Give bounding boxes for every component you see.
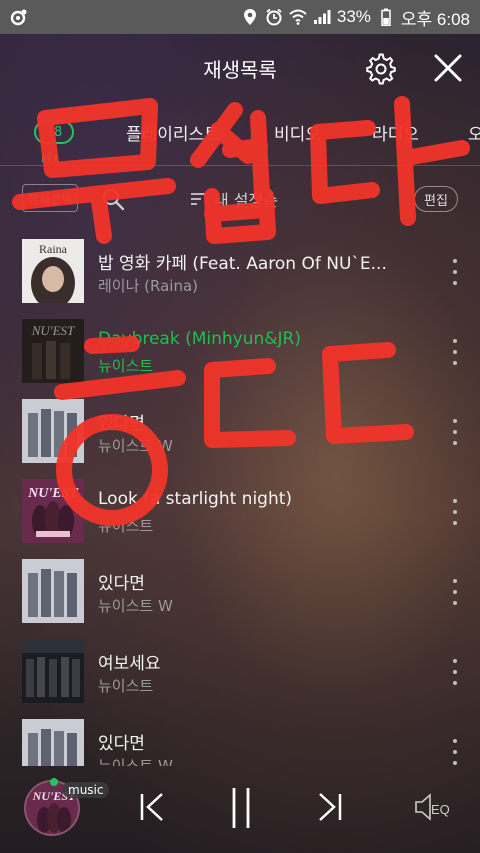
album-art: NU'EST <box>22 479 84 543</box>
tab-now-playing[interactable]: 18 <box>34 120 74 144</box>
signal-icon <box>313 8 331 26</box>
song-title: 있다면 <box>98 414 145 434</box>
close-icon <box>434 54 462 82</box>
more-options-button[interactable] <box>448 419 462 445</box>
song-artist: 뉴이스트 W <box>98 597 173 615</box>
more-options-button[interactable] <box>448 659 462 685</box>
search-button[interactable] <box>100 186 126 212</box>
settings-button[interactable] <box>364 52 398 86</box>
more-options-button[interactable] <box>448 579 462 605</box>
song-row[interactable]: 여보세요 뉴이스트 <box>0 631 480 711</box>
edit-label: 편집 <box>424 193 448 209</box>
sort-icon <box>191 193 205 205</box>
song-list: Raina 밥 영화 카페 (Feat. Aaron Of NU`E... 레이… <box>0 231 480 766</box>
previous-icon <box>140 793 163 821</box>
battery-percent: 33% <box>336 7 371 26</box>
list-toolbar: 전체선택 내 설정순 편집 <box>0 180 480 220</box>
clock: 오후 6:08 <box>400 9 470 29</box>
song-artist: 뉴이스트 <box>98 677 154 695</box>
edit-button[interactable]: 편집 <box>414 186 458 212</box>
song-row[interactable]: 있다면 뉴이스트 W <box>0 551 480 631</box>
song-row[interactable]: 있다면 뉴이스트 W <box>0 711 480 766</box>
album-art: NU'EST <box>22 319 84 383</box>
song-artist: 뉴이스트 <box>98 357 154 375</box>
song-artist: 뉴이스트 W <box>98 757 173 766</box>
song-row[interactable]: 있다면 뉴이스트 W <box>0 391 480 471</box>
tab-video[interactable]: 비디오 <box>274 120 321 145</box>
song-title: 밥 영화 카페 (Feat. Aaron Of NU`E... <box>98 254 387 274</box>
tab-radio[interactable]: 라디오 <box>372 120 419 145</box>
location-icon <box>241 8 259 26</box>
playing-eq-icon <box>42 152 57 162</box>
more-options-button[interactable] <box>448 499 462 525</box>
select-all-label: 전체선택 <box>27 191 73 206</box>
select-all-button[interactable]: 전체선택 <box>22 184 78 212</box>
search-icon <box>103 189 125 211</box>
wifi-icon <box>289 8 307 26</box>
album-art <box>22 399 84 463</box>
close-button[interactable] <box>432 52 464 84</box>
song-title: 여보세요 <box>98 654 161 674</box>
sort-button[interactable]: 내 설정순 <box>190 187 278 211</box>
status-dot <box>50 778 58 786</box>
next-button[interactable] <box>314 790 344 824</box>
more-options-button[interactable] <box>448 259 462 285</box>
tab-count-badge: 18 <box>45 124 63 140</box>
song-title: 있다면 <box>98 734 145 754</box>
pause-button[interactable] <box>226 786 256 830</box>
album-art-text: NU'EST <box>27 486 79 501</box>
song-artist: 뉴이스트 <box>98 517 154 535</box>
sort-label: 내 설정순 <box>214 191 278 210</box>
status-bar: 33% 오후 6:08 <box>0 0 480 34</box>
equalizer-button[interactable]: EQ <box>414 790 458 824</box>
music-badge: music <box>62 782 110 798</box>
tab-bar: 18 플레이리스트 비디오 라디오 오 <box>0 108 480 166</box>
page-title: 재생목록 <box>203 58 277 82</box>
alarm-icon <box>265 8 283 26</box>
mini-player: NU'EST music EQ <box>0 766 480 853</box>
eq-label: EQ <box>431 802 450 817</box>
song-artist: 레이나 (Raina) <box>98 277 199 295</box>
song-title: Look (a starlight night) <box>98 489 293 509</box>
pause-icon <box>232 788 250 828</box>
more-options-button[interactable] <box>448 339 462 365</box>
app-notification-icon <box>10 8 28 26</box>
album-art <box>22 559 84 623</box>
album-art: Raina <box>22 239 84 303</box>
album-art <box>22 639 84 703</box>
battery-icon <box>377 8 395 26</box>
album-art-text: Raina <box>39 242 68 256</box>
previous-button[interactable] <box>138 790 168 824</box>
gear-icon <box>366 53 396 85</box>
song-title: 있다면 <box>98 574 145 594</box>
tab-more[interactable]: 오 <box>468 120 480 145</box>
album-art <box>22 719 84 766</box>
header: 재생목록 <box>0 34 480 100</box>
tab-playlist[interactable]: 플레이리스트 <box>126 120 220 145</box>
more-options-button[interactable] <box>448 739 462 765</box>
song-row[interactable]: NU'EST Daybreak (Minhyun&JR) 뉴이스트 <box>0 311 480 391</box>
song-row[interactable]: Raina 밥 영화 카페 (Feat. Aaron Of NU`E... 레이… <box>0 231 480 311</box>
song-artist: 뉴이스트 W <box>98 437 173 455</box>
song-row[interactable]: NU'EST Look (a starlight night) 뉴이스트 <box>0 471 480 551</box>
song-title: Daybreak (Minhyun&JR) <box>98 329 301 349</box>
next-icon <box>319 793 342 821</box>
speaker-icon: EQ <box>415 793 450 821</box>
